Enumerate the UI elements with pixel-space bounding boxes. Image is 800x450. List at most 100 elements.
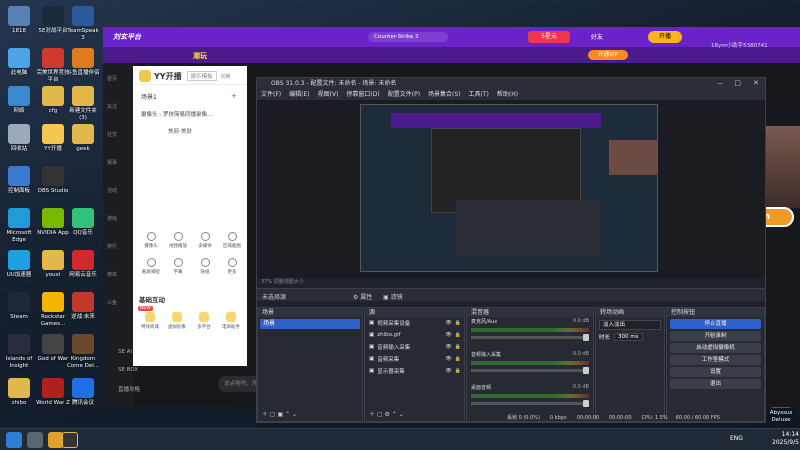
volume-slider-handle[interactable] [583, 367, 589, 374]
desktop-icon[interactable]: 逆战:未来 [66, 292, 100, 321]
control-button[interactable]: 设置 [670, 367, 761, 377]
desktop-icon[interactable]: Rockstar Games... [36, 292, 70, 327]
lock-icon[interactable]: 🔒 [455, 344, 461, 350]
visibility-eye-icon[interactable]: 👁 [445, 368, 451, 374]
desktop-icon[interactable]: 网易云音乐 [66, 250, 100, 279]
obs-taskbar-icon[interactable] [62, 432, 78, 448]
volume-slider[interactable] [471, 400, 589, 407]
desktop-icon[interactable]: Kingdom Come Del... [66, 334, 100, 369]
yy-tool-button[interactable]: 更多 [220, 258, 244, 275]
yy-source-item[interactable]: 摄像头 - 罗技简易同播录像... [141, 110, 246, 118]
duration-input[interactable]: 300 ms [614, 333, 643, 341]
desktop-icon[interactable]: 5E对战平台 [36, 6, 70, 35]
desktop-icon[interactable]: Steam [2, 292, 36, 321]
source-item[interactable]: ▣ 音频输入采集 👁 🔒 [365, 341, 464, 353]
desktop-icon[interactable]: 完美世界竞技平台 [36, 48, 70, 83]
control-button[interactable]: 退出 [670, 379, 761, 389]
lock-icon[interactable]: 🔒 [455, 320, 461, 326]
visibility-eye-icon[interactable]: 👁 [445, 332, 451, 338]
side-bottom-2[interactable]: SE BOX [118, 367, 138, 373]
platform-sidebar-item[interactable]: 斗鱼 [107, 299, 117, 306]
clock[interactable]: 14:14 2025/9/5 [772, 431, 799, 447]
volume-slider-handle[interactable] [583, 334, 589, 341]
shop-button[interactable]: 5星元 [528, 31, 570, 43]
platform-sidebar-item[interactable]: 排行 [107, 243, 117, 250]
filters-button[interactable]: ▣ 滤镜 [383, 292, 403, 301]
yy-tool-button[interactable]: 截屏捕捉 [139, 258, 163, 275]
yy-scene-label[interactable]: 场景1 [141, 92, 157, 101]
platform-sidebar-item[interactable]: 社交 [107, 131, 117, 138]
platform-sidebar-item[interactable]: 赛事 [107, 159, 117, 166]
open-live-button[interactable]: 开播 [648, 31, 682, 43]
volume-slider[interactable] [471, 334, 589, 341]
desktop-icon[interactable]: 新建文件夹 (3) [66, 86, 100, 121]
desktop-icon[interactable]: QQ音乐 [66, 208, 100, 237]
desktop-icon[interactable]: 斗鱼直播伴侣 [66, 48, 100, 77]
desktop-icon[interactable]: 此电脑 [2, 48, 36, 77]
add-scene-icon[interactable]: + [231, 92, 237, 100]
platform-sidebar-item[interactable]: 游戏 [107, 215, 117, 222]
source-item[interactable]: ▣ 视频采集设备 👁 🔒 [365, 317, 464, 329]
desktop-icon[interactable]: 腾讯会议 [66, 378, 100, 407]
control-button[interactable]: 开始录制 [670, 331, 761, 341]
control-button[interactable]: 工作室模式 [670, 355, 761, 365]
source-item[interactable]: ▣ zhibo.gif 👁 🔒 [365, 329, 464, 341]
visibility-eye-icon[interactable]: 👁 [445, 356, 451, 362]
yy-interact-button[interactable]: 电商助手 [218, 312, 244, 330]
side-bottom-1[interactable]: SE Ai [118, 349, 132, 355]
friend-button[interactable]: 好友 [591, 32, 603, 41]
platform-sidebar-item[interactable]: 活动 [107, 187, 117, 194]
yy-tool-button[interactable]: 区域截图 [220, 232, 244, 249]
volume-slider-handle[interactable] [583, 400, 589, 407]
menu-item[interactable]: 配置文件(P) [388, 91, 420, 98]
platform-sidebar-item[interactable]: 榜单 [107, 271, 117, 278]
desktop-icon[interactable]: UU加速器 [2, 250, 36, 279]
yy-tool-button[interactable]: 贴纸 [193, 258, 217, 275]
volume-slider[interactable] [471, 367, 589, 374]
desktop-icon[interactable]: NVIDIA App [36, 208, 70, 237]
desktop-icon[interactable]: World War Z [36, 378, 70, 407]
yy-tool-button[interactable]: 摄像头 [139, 232, 163, 249]
yy-mode[interactable]: 娱乐模板 [186, 71, 217, 81]
desktop-icon[interactable]: Islands of Insight [2, 334, 36, 369]
windows-start-icon[interactable] [6, 432, 22, 448]
visibility-eye-icon[interactable]: 👁 [445, 344, 451, 350]
desktop-icon[interactable]: 网络 [2, 86, 36, 115]
source-add-icon[interactable]: ＋ ▢ ⚙ ⌃ ⌄ [369, 409, 404, 418]
properties-button[interactable]: ⚙ 属性 [353, 292, 372, 301]
desktop-icon[interactable]: zhibo [2, 378, 36, 407]
lock-icon[interactable]: 🔒 [455, 332, 461, 338]
menu-item[interactable]: 场景集合(S) [428, 91, 461, 98]
scene-add-icon[interactable]: ＋ ▢ ▣ ⌃ ⌄ [262, 409, 297, 418]
side-bottom-3[interactable]: 直播攻略 [118, 385, 140, 393]
menu-item[interactable]: 视图(V) [318, 91, 339, 98]
maximize-button[interactable]: □ [734, 79, 741, 87]
yy-interact-button[interactable]: 特效商城 [137, 312, 163, 330]
visibility-eye-icon[interactable]: 👁 [445, 320, 451, 326]
yy-tool-button[interactable]: 多媒体 [193, 232, 217, 249]
desktop-icon[interactable]: God of War [36, 334, 70, 363]
source-item[interactable]: ▣ 音频采集 👁 🔒 [365, 353, 464, 365]
yy-tool-button[interactable]: 字幕 [166, 258, 190, 275]
vip-button[interactable]: 开通VIP [588, 50, 628, 60]
desktop-icon[interactable]: 回收站 [2, 124, 36, 153]
yy-switch-button[interactable]: 切换 [221, 73, 231, 80]
yy-interact-button[interactable]: 虚拟形象 [164, 312, 190, 330]
menu-item[interactable]: 帮助(H) [497, 91, 518, 98]
menu-item[interactable]: 工具(T) [469, 91, 489, 98]
streamer-tab[interactable]: Counter-Strike 2 [368, 32, 448, 42]
platform-sidebar-item[interactable]: 首页 [107, 75, 117, 82]
search-icon[interactable] [27, 432, 43, 448]
close-button[interactable]: ✕ [753, 79, 759, 87]
menu-item[interactable]: 停靠窗口(D) [346, 91, 379, 98]
control-button[interactable]: 启动虚拟摄像机 [670, 343, 761, 353]
desktop-icon[interactable]: TeamSpeak 3 [66, 6, 100, 41]
desktop-icon[interactable]: OBS Studio [36, 166, 70, 195]
language-indicator[interactable]: ENG [730, 435, 743, 442]
lock-icon[interactable]: 🔒 [455, 368, 461, 374]
desktop-icon[interactable]: 控制面板 [2, 166, 36, 195]
menu-item[interactable]: 文件(F) [261, 91, 281, 98]
platform-sidebar-item[interactable]: 关注 [107, 103, 117, 110]
desktop-icon[interactable]: cfg [36, 86, 70, 115]
preview-canvas[interactable] [360, 104, 658, 272]
